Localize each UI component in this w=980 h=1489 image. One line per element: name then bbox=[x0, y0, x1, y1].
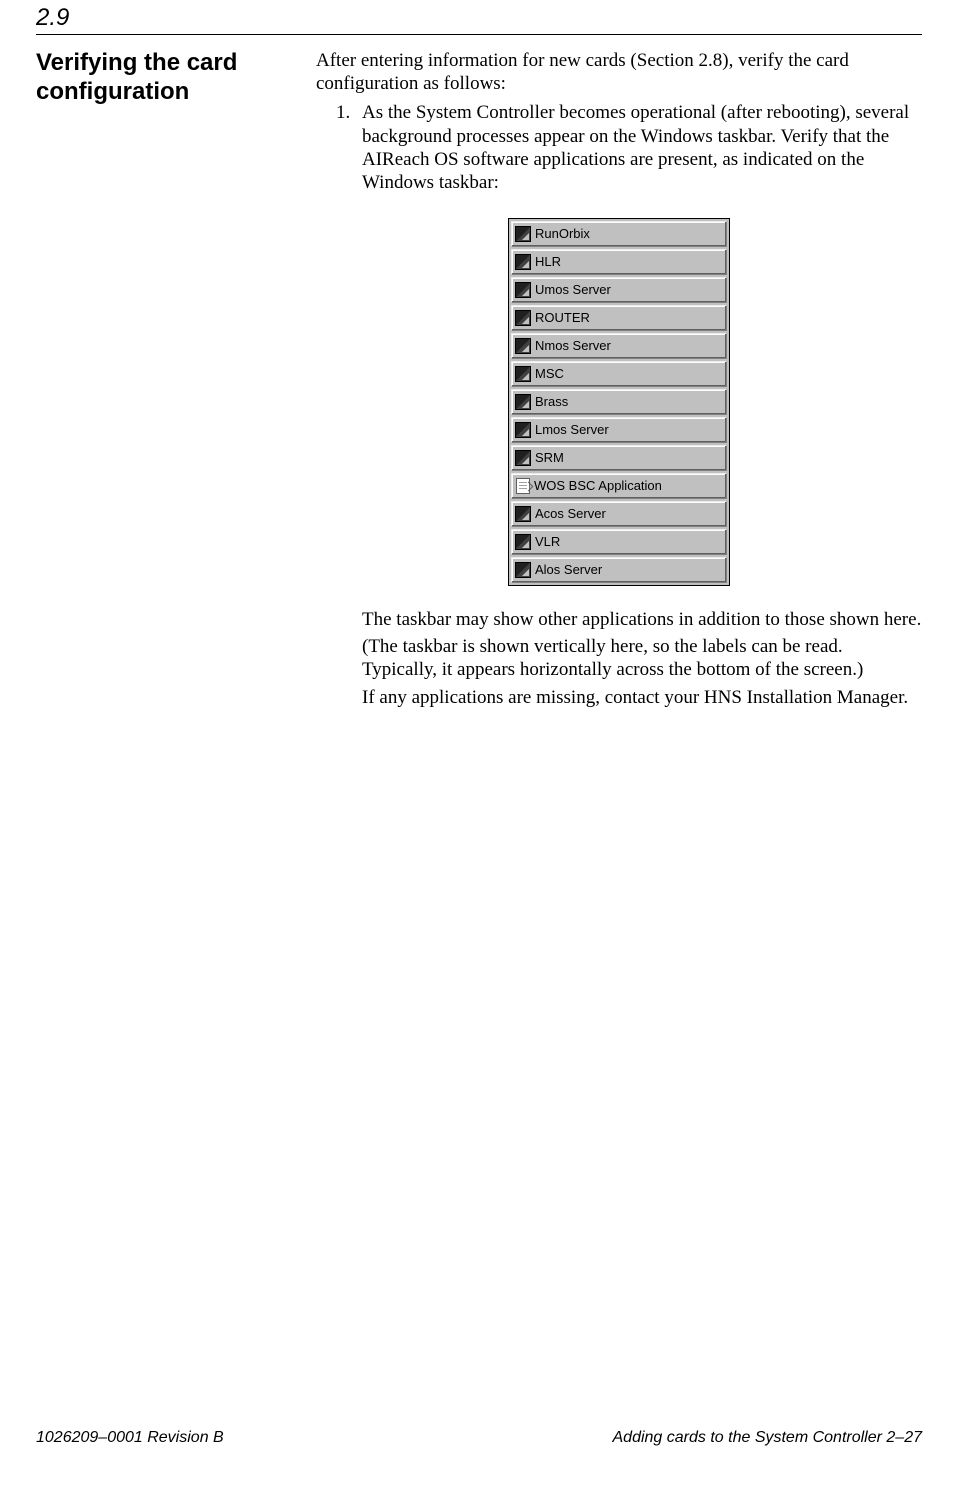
taskbar-button: MSC bbox=[511, 361, 727, 387]
taskbar-label: MSC bbox=[535, 366, 564, 382]
taskbar-button: RunOrbix bbox=[511, 221, 727, 247]
taskbar-label: Lmos Server bbox=[535, 422, 609, 438]
taskbar-label: Acos Server bbox=[535, 506, 606, 522]
taskbar-label: VLR bbox=[535, 534, 560, 550]
app-icon bbox=[515, 366, 531, 382]
app-icon bbox=[515, 506, 531, 522]
taskbar-button: Alos Server bbox=[511, 557, 727, 583]
taskbar-label: ROUTER bbox=[535, 310, 590, 326]
step-text: As the System Controller becomes operati… bbox=[362, 101, 922, 194]
app-icon bbox=[515, 450, 531, 466]
taskbar-button: ROUTER bbox=[511, 305, 727, 331]
note-paragraph: If any applications are missing, contact… bbox=[362, 686, 922, 709]
section-title: Verifying the card configuration bbox=[36, 49, 296, 107]
taskbar-label: WOS BSC Application bbox=[534, 478, 662, 494]
taskbar-button: Umos Server bbox=[511, 277, 727, 303]
app-icon bbox=[515, 534, 531, 550]
taskbar-label: Brass bbox=[535, 394, 568, 410]
taskbar-label: Alos Server bbox=[535, 562, 602, 578]
app-icon bbox=[515, 562, 531, 578]
divider bbox=[36, 34, 922, 35]
taskbar-button: Nmos Server bbox=[511, 333, 727, 359]
app-icon bbox=[515, 254, 531, 270]
taskbar-label: HLR bbox=[535, 254, 561, 270]
app-icon bbox=[515, 226, 531, 242]
app-icon bbox=[515, 338, 531, 354]
taskbar-label: Umos Server bbox=[535, 282, 611, 298]
taskbar-button: SRM bbox=[511, 445, 727, 471]
taskbar-button: Lmos Server bbox=[511, 417, 727, 443]
taskbar-label: RunOrbix bbox=[535, 226, 590, 242]
app-icon bbox=[515, 282, 531, 298]
note-paragraph: (The taskbar is shown vertically here, s… bbox=[362, 635, 922, 681]
app-icon bbox=[515, 422, 531, 438]
step-number: 1. bbox=[316, 101, 362, 194]
taskbar-button: Acos Server bbox=[511, 501, 727, 527]
section-number: 2.9 bbox=[36, 0, 922, 34]
app-icon bbox=[515, 310, 531, 326]
note-paragraph: The taskbar may show other applications … bbox=[362, 608, 922, 631]
taskbar-button: VLR bbox=[511, 529, 727, 555]
footer-left: 1026209–0001 Revision B bbox=[36, 1429, 224, 1447]
intro-paragraph: After entering information for new cards… bbox=[316, 49, 922, 95]
taskbar-button: WOS BSC Application bbox=[511, 473, 727, 499]
taskbar-label: Nmos Server bbox=[535, 338, 611, 354]
app-icon bbox=[515, 394, 531, 410]
taskbar-image: RunOrbix HLR Umos Server ROUTER Nmos Ser… bbox=[508, 218, 730, 586]
footer-right: Adding cards to the System Controller 2–… bbox=[613, 1429, 923, 1447]
taskbar-label: SRM bbox=[535, 450, 564, 466]
doc-icon bbox=[516, 478, 530, 494]
taskbar-button: Brass bbox=[511, 389, 727, 415]
taskbar-button: HLR bbox=[511, 249, 727, 275]
